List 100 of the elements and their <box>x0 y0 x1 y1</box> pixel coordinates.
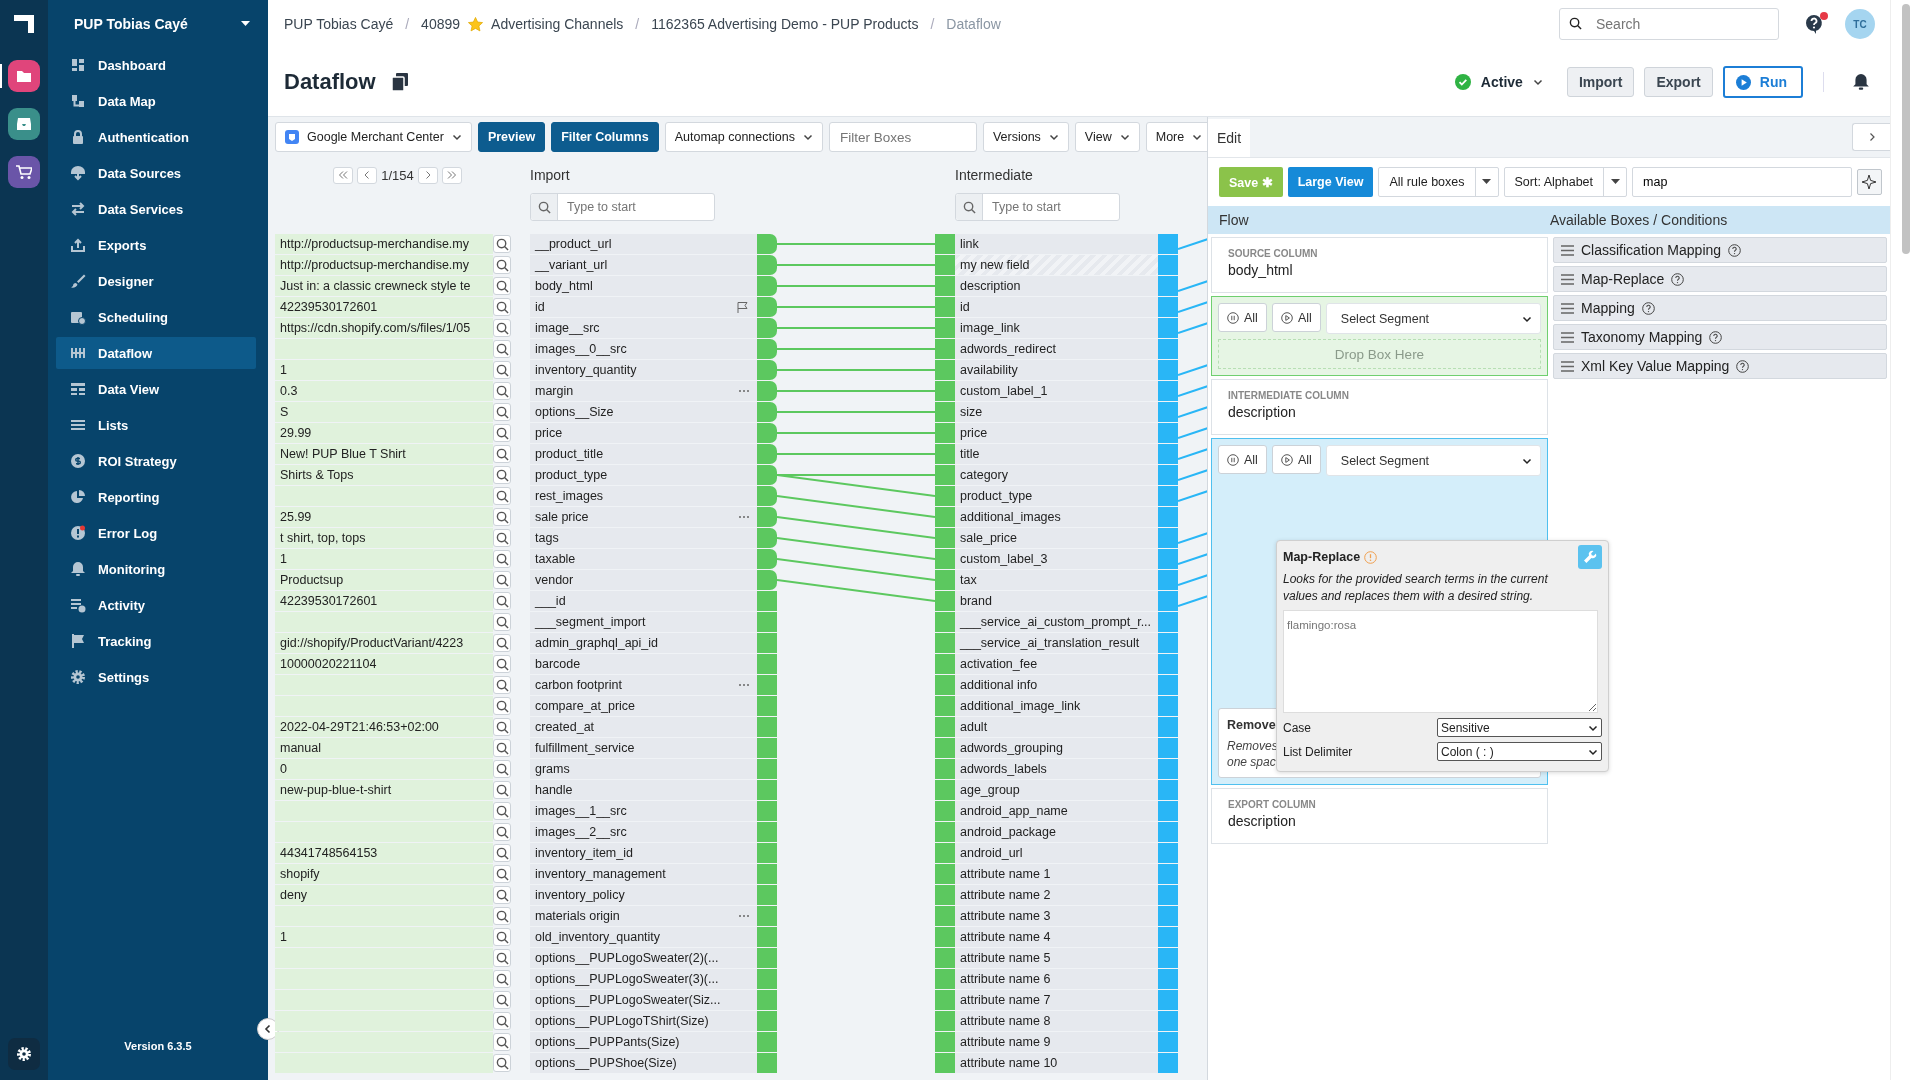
menu-dropdown[interactable]: More <box>1145 122 1207 152</box>
import-column-field[interactable]: image__src <box>530 318 757 338</box>
connector-handle[interactable] <box>1158 780 1178 800</box>
intermediate-column-field[interactable]: price <box>955 423 1158 443</box>
sidebar-item[interactable]: Dataflow <box>56 337 256 369</box>
search-button[interactable] <box>493 760 511 778</box>
connector-handle[interactable] <box>935 234 955 254</box>
sort-dropdown[interactable]: Sort: Alphabet <box>1503 167 1628 197</box>
connector-handle[interactable] <box>935 486 955 506</box>
search-button[interactable] <box>493 1012 511 1030</box>
sidebar-item[interactable]: Reporting <box>56 481 256 513</box>
app-switcher-button[interactable] <box>8 60 40 92</box>
breadcrumb-link[interactable]: Advertising Channels <box>491 16 624 32</box>
connector-handle[interactable] <box>1158 276 1178 296</box>
search-button[interactable] <box>493 361 511 379</box>
connector-handle[interactable] <box>757 780 777 800</box>
connector-handle[interactable] <box>1158 885 1178 905</box>
import-column-field[interactable]: compare_at_price <box>530 696 757 716</box>
connector-handle[interactable] <box>757 864 777 884</box>
intermediate-column-field[interactable]: availability <box>955 360 1158 380</box>
delimiter-select[interactable]: Colon ( : ) <box>1437 742 1602 761</box>
intermediate-column-field[interactable]: attribute name 3 <box>955 906 1158 926</box>
import-column-field[interactable]: ___segment_import <box>530 612 757 632</box>
import-column-field[interactable]: vendor <box>530 570 757 590</box>
connector-handle[interactable] <box>935 612 955 632</box>
sidebar-item[interactable]: Data Map <box>56 85 256 117</box>
intermediate-column-field[interactable]: size <box>955 402 1158 422</box>
connector-handle[interactable] <box>1158 906 1178 926</box>
import-column-field[interactable]: inventory_quantity <box>530 360 757 380</box>
import-column-field[interactable]: margin <box>530 381 757 401</box>
connector-handle[interactable] <box>1158 297 1178 317</box>
connector-handle[interactable] <box>757 486 777 506</box>
intermediate-column-field[interactable]: attribute name 8 <box>955 1011 1158 1031</box>
connector-handle[interactable] <box>935 297 955 317</box>
intermediate-column-field[interactable]: android_url <box>955 843 1158 863</box>
connector-handle[interactable] <box>1158 549 1178 569</box>
search-button[interactable] <box>493 424 511 442</box>
sidebar-item[interactable]: Activity <box>56 589 256 621</box>
intermediate-column-field[interactable]: title <box>955 444 1158 464</box>
connector-handle[interactable] <box>1158 969 1178 989</box>
case-select[interactable]: Sensitive <box>1437 718 1602 737</box>
import-column-field[interactable]: inventory_policy <box>530 885 757 905</box>
import-column-field[interactable]: options__PUPLogoSweater(2)(... <box>530 948 757 968</box>
intermediate-column-field[interactable]: id <box>955 297 1158 317</box>
import-column-field[interactable]: images__2__src <box>530 822 757 842</box>
bell-icon[interactable] <box>1852 72 1870 92</box>
import-column-field[interactable]: product_type <box>530 465 757 485</box>
connector-handle[interactable] <box>1158 675 1178 695</box>
next-page-button[interactable] <box>417 166 438 184</box>
intermediate-column-field[interactable]: ___service_ai_custom_prompt_r... <box>955 612 1158 632</box>
connector-handle[interactable] <box>757 675 777 695</box>
connector-handle[interactable] <box>935 948 955 968</box>
connector-handle[interactable] <box>935 549 955 569</box>
import-column-field[interactable]: product_title <box>530 444 757 464</box>
import-column-field[interactable]: grams <box>530 759 757 779</box>
import-column-field[interactable]: ___id <box>530 591 757 611</box>
pause-all-button[interactable]: All <box>1218 303 1267 332</box>
sidebar-item[interactable]: Lists <box>56 409 256 441</box>
search-button[interactable] <box>493 928 511 946</box>
action-button[interactable]: Export <box>1644 67 1713 97</box>
sidebar-item[interactable]: Data Sources <box>56 157 256 189</box>
search-button[interactable] <box>493 592 511 610</box>
large-view-button[interactable]: Large View <box>1287 167 1374 197</box>
connector-handle[interactable] <box>935 570 955 590</box>
collapse-panel-button[interactable] <box>1852 123 1890 151</box>
connector-handle[interactable] <box>1158 360 1178 380</box>
connector-handle[interactable] <box>1158 654 1178 674</box>
connector-handle[interactable] <box>1158 402 1178 422</box>
connector-handle[interactable] <box>1158 990 1178 1010</box>
connector-handle[interactable] <box>935 444 955 464</box>
settings-button[interactable] <box>8 1038 40 1070</box>
app-switcher-button[interactable] <box>8 108 40 140</box>
connector-handle[interactable] <box>935 969 955 989</box>
connector-handle[interactable] <box>1158 255 1178 275</box>
segment-select[interactable]: Select Segment <box>1325 445 1541 476</box>
import-column-field[interactable]: taxable <box>530 549 757 569</box>
import-column-field[interactable]: inventory_item_id <box>530 843 757 863</box>
connector-handle[interactable] <box>1158 717 1178 737</box>
import-column-field[interactable]: carbon footprint <box>530 675 757 695</box>
intermediate-column-field[interactable]: attribute name 1 <box>955 864 1158 884</box>
connector-handle[interactable] <box>757 1053 777 1073</box>
connector-handle[interactable] <box>757 696 777 716</box>
connector-handle[interactable] <box>757 381 777 401</box>
connector-handle[interactable] <box>1158 1053 1178 1073</box>
search-button[interactable] <box>493 697 511 715</box>
connector-handle[interactable] <box>1158 507 1178 527</box>
import-column-field[interactable]: price <box>530 423 757 443</box>
help-icon[interactable] <box>1709 330 1723 344</box>
intermediate-column-field[interactable]: attribute name 9 <box>955 1032 1158 1052</box>
connector-handle[interactable] <box>757 717 777 737</box>
import-column-field[interactable]: created_at <box>530 717 757 737</box>
sidebar-item[interactable]: Error Log <box>56 517 256 549</box>
connector-handle[interactable] <box>935 759 955 779</box>
connector-handle[interactable] <box>757 969 777 989</box>
connector-handle[interactable] <box>757 297 777 317</box>
sidebar-item[interactable]: Data View <box>56 373 256 405</box>
available-box[interactable]: Map-Replace <box>1553 266 1887 292</box>
intermediate-column-field[interactable]: adwords_labels <box>955 759 1158 779</box>
terms-textarea[interactable]: flamingo:rosa <box>1283 610 1598 713</box>
sidebar-item[interactable]: Exports <box>56 229 256 261</box>
